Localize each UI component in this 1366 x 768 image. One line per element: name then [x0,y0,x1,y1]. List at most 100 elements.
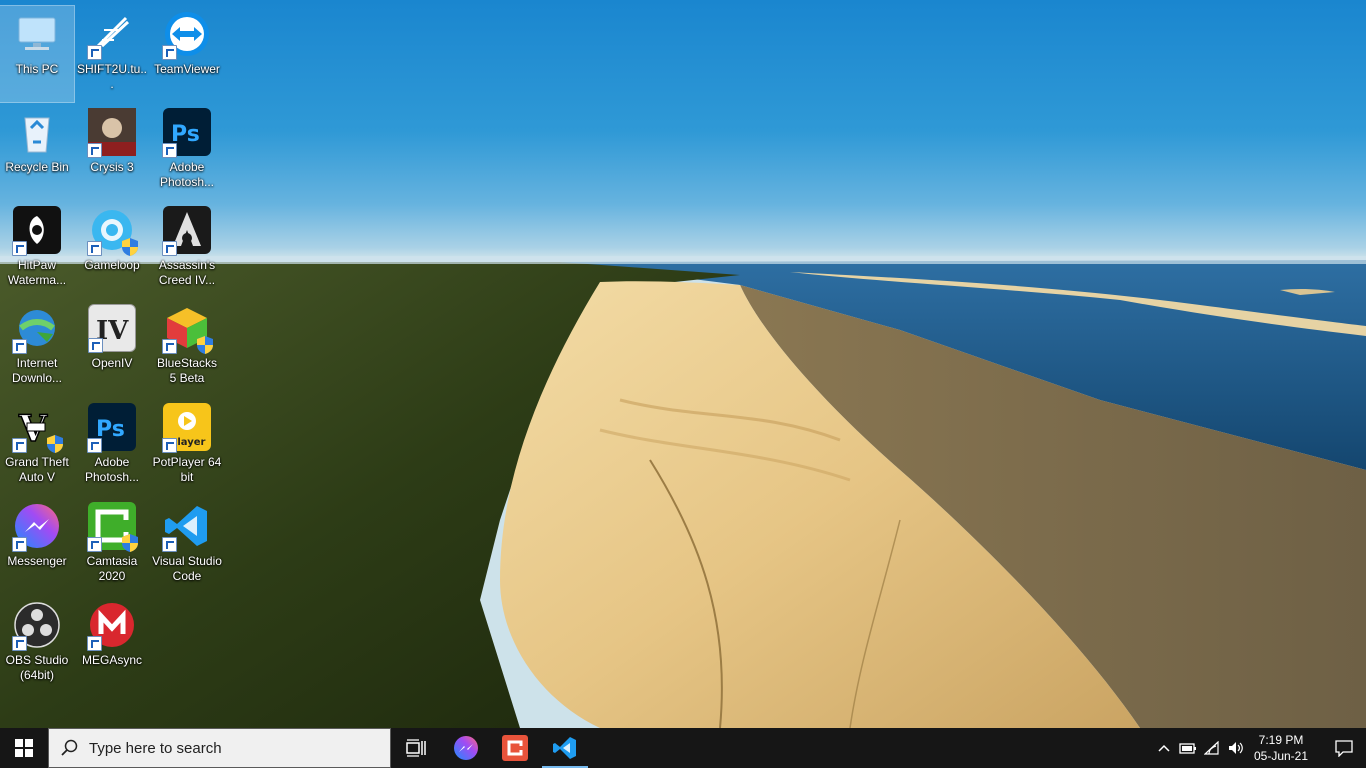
icon-label: TeamViewer [154,62,220,76]
hitpaw-icon [12,206,61,256]
desktop-icon-obs-studio[interactable]: OBS Studio (64bit) [0,597,74,693]
desktop-icon-recycle-bin[interactable]: Recycle Bin [0,104,74,200]
desktop-icon-potplayer[interactable]: Player PotPlayer 64 bit [150,399,224,495]
desktop-icon-messenger[interactable]: Messenger [0,498,74,594]
shortcut-arrow-icon [12,241,27,256]
monitor-icon [13,10,61,58]
shortcut-arrow-icon [88,338,103,353]
icon-label: SHIFT2U.tu... [77,62,148,91]
shortcut-arrow-icon [87,636,102,651]
camtasia-icon [502,735,528,761]
icon-label: Visual Studio Code [152,554,222,583]
shortcut-arrow-icon [87,241,102,256]
vscode-icon [162,502,211,552]
action-center-button[interactable] [1322,728,1366,768]
desktop-icon-gta-v[interactable]: V Grand Theft Auto V [0,399,74,495]
icon-label: Assassin's Creed IV... [158,258,216,287]
show-hidden-icons-button[interactable] [1152,728,1176,768]
photoshop-icon: Ps [87,403,136,453]
search-placeholder: Type here to search [89,739,222,757]
gta-v-icon: V [12,403,63,453]
desktop-icon-camtasia[interactable]: Camtasia 2020 [75,498,149,594]
uac-shield-icon [122,238,138,256]
shortcut-arrow-icon [87,537,102,552]
icon-label: BlueStacks 5 Beta [156,356,218,385]
battery-button[interactable] [1176,728,1200,768]
openiv-icon: IV [88,304,136,353]
search-icon [61,739,78,756]
desktop-icon-bluestacks[interactable]: BlueStacks 5 Beta [150,300,224,396]
icon-label: OBS Studio (64bit) [5,653,69,682]
task-view-icon [406,739,426,757]
icon-label: Adobe Photosh... [159,160,215,189]
wifi-icon [1204,741,1219,755]
uac-shield-icon [197,336,213,354]
desktop-icon-adobe-photoshop-2[interactable]: Ps Adobe Photosh... [75,399,149,495]
icon-label: PotPlayer 64 bit [152,455,222,484]
desktop-icon-this-pc[interactable]: This PC [0,5,75,103]
idm-globe-icon [12,304,61,354]
chevron-up-icon [1158,744,1170,752]
desktop-icon-gameloop[interactable]: Gameloop [75,202,149,298]
battery-charging-icon [1179,743,1196,754]
bluestacks-icon [162,304,213,354]
shortcut-arrow-icon [162,45,177,60]
network-button[interactable] [1200,728,1224,768]
desktop-icon-megasync[interactable]: MEGAsync [75,597,149,693]
notification-icon [1335,740,1353,757]
icon-label: This PC [15,62,59,76]
shortcut-arrow-icon [87,438,102,453]
icon-label: Adobe Photosh... [84,455,140,484]
desktop-icon-teamviewer[interactable]: TeamViewer [150,6,224,102]
shortcut-arrow-icon [87,45,102,60]
clock-button[interactable]: 7:19 PM 05-Jun-21 [1240,728,1322,768]
desktop-icon-shift2u[interactable]: SHIFT2U.tu... [75,6,149,102]
messenger-icon [454,736,478,760]
icon-label: OpenIV [91,356,133,370]
shortcut-arrow-icon [162,241,177,256]
clock-time: 7:19 PM [1258,733,1304,747]
assassins-creed-icon [162,206,211,256]
recycle-bin-icon [13,108,61,156]
taskbar-search-box[interactable]: Type here to search [48,728,391,768]
shortcut-arrow-icon [12,339,27,354]
icon-label: HitPaw Waterma... [7,258,67,287]
obs-icon [12,601,61,651]
icon-label: Internet Downlo... [11,356,63,385]
icon-label: MEGAsync [81,653,142,667]
start-button[interactable] [0,728,48,768]
icon-label: Crysis 3 [90,160,134,174]
vscode-icon [553,737,576,759]
taskbar: Type here to search 7:19 PM 05-Jun-21 [0,728,1366,768]
desktop-icon-hitpaw[interactable]: HitPaw Waterma... [0,202,74,298]
icon-label: Recycle Bin [5,160,69,174]
crysis-3-icon [87,108,136,158]
uac-shield-icon [122,534,138,552]
camtasia-icon [87,502,138,552]
desktop-icon-crysis-3[interactable]: Crysis 3 [75,104,149,200]
task-view-button[interactable] [392,728,440,768]
desktop-icon-openiv[interactable]: IV OpenIV [75,300,149,396]
icon-label: Grand Theft Auto V [5,455,69,484]
messenger-icon [12,502,61,552]
icon-label: Gameloop [84,258,140,272]
potplayer-icon: Player [162,403,211,453]
clock-date: 05-Jun-21 [1253,749,1309,763]
shortcut-arrow-icon [12,438,27,453]
shift2u-icon [87,10,136,60]
photoshop-icon: Ps [162,108,211,158]
taskbar-camtasia-button[interactable] [491,728,539,768]
shortcut-arrow-icon [162,339,177,354]
desktop-icon-internet-download-manager[interactable]: Internet Downlo... [0,300,74,396]
gameloop-icon [87,206,138,256]
desktop-icon-adobe-photoshop-1[interactable]: Ps Adobe Photosh... [150,104,224,200]
windows-logo-icon [15,739,33,757]
shortcut-arrow-icon [87,143,102,158]
taskbar-messenger-button[interactable] [442,728,490,768]
desktop-icon-visual-studio-code[interactable]: Visual Studio Code [150,498,224,594]
taskbar-vscode-button[interactable] [541,728,589,768]
icon-label: Messenger [7,554,67,568]
teamviewer-icon [162,10,211,60]
shortcut-arrow-icon [12,636,27,651]
desktop-icon-assassins-creed-iv[interactable]: Assassin's Creed IV... [150,202,224,298]
